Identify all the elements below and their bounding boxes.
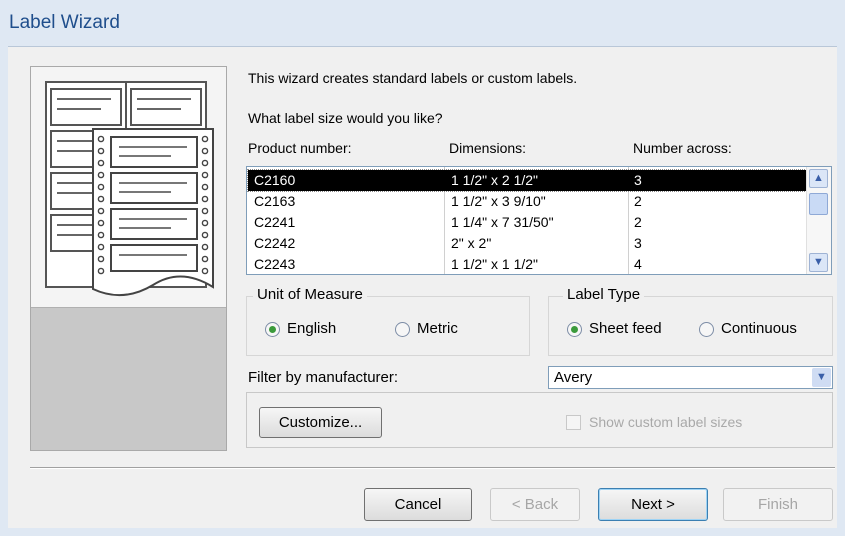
label-sheet-illustration (31, 67, 226, 308)
label-size-list[interactable]: C2160 1 1/2" x 2 1/2" 3 C2163 1 1/2" x 3… (246, 166, 832, 275)
window-frame-left (0, 46, 8, 536)
label-type-legend: Label Type (563, 286, 645, 303)
window-title: Label Wizard (9, 12, 120, 33)
number-across: 2 (634, 214, 642, 230)
dimensions: 1 1/4" x 7 31/50" (451, 214, 554, 230)
manufacturer-select[interactable]: Avery ▼ (548, 366, 833, 389)
number-across: 3 (634, 172, 642, 188)
list-item[interactable]: C2241 1 1/4" x 7 31/50" 2 (248, 212, 806, 233)
label-wizard-window: Label Wizard This wizard creates standar… (0, 0, 845, 536)
column-header-across[interactable]: Number across: (633, 140, 732, 156)
number-across: 2 (634, 193, 642, 209)
label-sheet-icon (45, 81, 214, 297)
chevron-down-icon[interactable]: ▼ (812, 368, 831, 387)
list-item[interactable]: C2160 1 1/2" x 2 1/2" 3 (247, 169, 807, 192)
english-label[interactable]: English (287, 320, 336, 337)
product-number: C2243 (254, 256, 296, 272)
metric-label[interactable]: Metric (417, 320, 458, 337)
list-item[interactable]: C2163 1 1/2" x 3 9/10" 2 (248, 191, 806, 212)
chevron-down-icon[interactable]: ▼ (809, 253, 828, 272)
dimensions: 2" x 2" (451, 235, 492, 251)
sheet-feed-radio[interactable] (567, 322, 582, 337)
customize-group: Customize... (246, 392, 833, 448)
continuous-radio[interactable] (699, 322, 714, 337)
list-item[interactable]: C2242 2" x 2" 3 (248, 233, 806, 254)
separator-highlight (30, 468, 835, 469)
list-item[interactable]: C2243 1 1/2" x 1 1/2" 4 (248, 254, 806, 274)
unit-of-measure-group: Unit of Measure English Metric (246, 286, 530, 356)
back-button[interactable]: < Back (490, 488, 580, 521)
column-header-dimensions[interactable]: Dimensions: (449, 140, 526, 156)
filter-label: Filter by manufacturer: (248, 369, 399, 386)
product-number: C2163 (254, 193, 296, 209)
unit-of-measure-legend: Unit of Measure (253, 286, 367, 303)
next-button[interactable]: Next > (598, 488, 708, 521)
number-across: 4 (634, 256, 642, 272)
customize-button[interactable]: Customize... (259, 407, 382, 438)
wizard-illustration-panel (30, 66, 227, 451)
sheet-feed-label[interactable]: Sheet feed (589, 320, 662, 337)
list-scrollbar[interactable]: ▲ ▼ (806, 167, 831, 274)
product-number: C2242 (254, 235, 296, 251)
show-custom-label: Show custom label sizes (589, 414, 743, 430)
window-frame-bottom (0, 528, 845, 536)
column-header-product[interactable]: Product number: (248, 140, 352, 156)
size-question: What label size would you like? (248, 110, 443, 126)
manufacturer-value: Avery (554, 369, 593, 386)
dimensions: 1 1/2" x 1 1/2" (451, 256, 538, 272)
show-custom-checkbox[interactable] (566, 415, 581, 430)
window-frame-right (837, 46, 845, 536)
title-bar: Label Wizard (0, 0, 845, 47)
continuous-label[interactable]: Continuous (721, 320, 797, 337)
english-radio[interactable] (265, 322, 280, 337)
product-number: C2241 (254, 214, 296, 230)
chevron-up-icon[interactable]: ▲ (809, 169, 828, 188)
dimensions: 1 1/2" x 2 1/2" (451, 172, 538, 188)
finish-button[interactable]: Finish (723, 488, 833, 521)
metric-radio[interactable] (395, 322, 410, 337)
label-type-group: Label Type Sheet feed Continuous (548, 286, 833, 356)
number-across: 3 (634, 235, 642, 251)
product-number: C2160 (254, 172, 296, 188)
intro-text: This wizard creates standard labels or c… (248, 70, 578, 86)
scrollbar-thumb[interactable] (809, 193, 828, 215)
cancel-button[interactable]: Cancel (364, 488, 472, 521)
dimensions: 1 1/2" x 3 9/10" (451, 193, 546, 209)
